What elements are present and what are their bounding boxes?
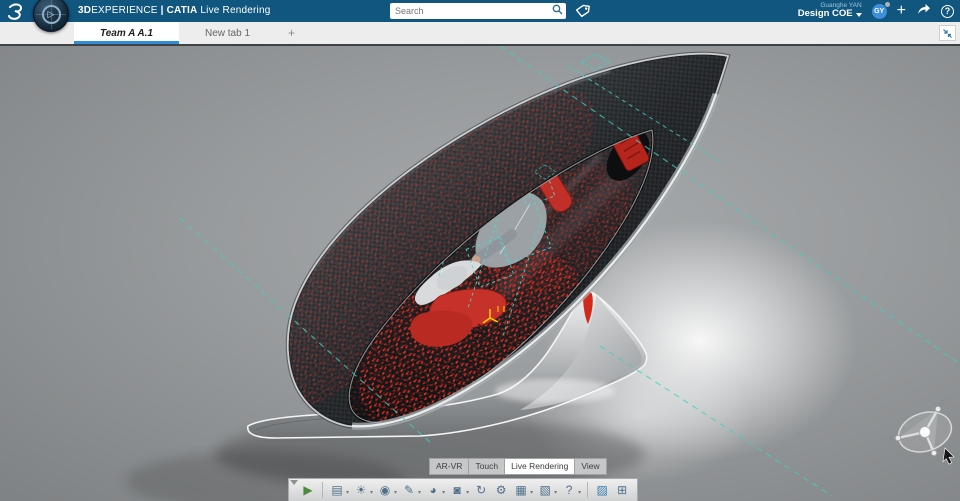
help-button[interactable]: ?	[941, 4, 954, 18]
toolbar-separator	[587, 482, 589, 498]
render-output-icon[interactable]: ▦	[512, 481, 530, 499]
add-content-button[interactable]: +	[897, 3, 906, 19]
app-title: 3DEXPERIENCE | CATIA Live Rendering	[78, 5, 271, 16]
render-options-icon[interactable]: ▧	[536, 481, 554, 499]
toolbar-separator	[322, 482, 323, 498]
mode-tab-touch[interactable]: Touch	[468, 458, 505, 475]
dropdown-caret-icon[interactable]: ▾	[370, 489, 373, 496]
new-tab-button[interactable]: +	[276, 22, 307, 44]
toolbar-help-icon[interactable]: ?	[560, 481, 578, 499]
dropdown-caret-icon[interactable]: ▾	[578, 489, 581, 496]
camera-icon[interactable]: ◙	[448, 481, 466, 499]
platter-highlight	[495, 379, 615, 403]
brand-experience: EXPERIENCE	[91, 5, 158, 16]
3d-viewport[interactable]: X Z Y AR-VR Touch Live Rendering View ▶ …	[0, 46, 960, 501]
search-icon[interactable]	[552, 2, 563, 20]
render-animation-icon[interactable]: ▶	[299, 481, 317, 499]
3ds-logo-icon	[5, 2, 29, 25]
user-role: Design COE	[797, 8, 853, 20]
materials-icon[interactable]: ◉	[376, 481, 394, 499]
viewport-mode-tabs: AR-VR Touch Live Rendering View	[429, 458, 607, 475]
chevron-down-icon	[855, 12, 862, 17]
tab-bar: Team A A.1 New tab 1 +	[0, 22, 960, 46]
brand-3d: 3D	[78, 5, 92, 16]
title-separator: |	[160, 5, 164, 16]
dropdown-caret-icon[interactable]: ▾	[346, 489, 349, 496]
status-badge	[883, 0, 891, 8]
render-scene[interactable]: X Z Y	[0, 46, 960, 501]
settings-gear-icon[interactable]: ⚙	[492, 481, 510, 499]
dropdown-caret-icon[interactable]: ▾	[554, 489, 557, 496]
topbar-right-cluster: Guanghe YAN Design COE GY + ?	[798, 0, 954, 22]
avatar-initials: GY	[874, 7, 885, 15]
app-mode: Live Rendering	[200, 5, 271, 16]
share-icon[interactable]	[916, 2, 931, 21]
mode-tab-ar-vr[interactable]: AR-VR	[429, 458, 469, 475]
dropdown-caret-icon[interactable]: ▾	[530, 489, 533, 496]
restore-window-icon[interactable]	[939, 25, 956, 41]
tag-icon[interactable]	[573, 2, 593, 20]
turntable-icon[interactable]: ↻	[472, 481, 490, 499]
compass-z-label: Z	[940, 400, 945, 407]
compass-quadrant-line	[51, 0, 52, 29]
toolbar-collapse-handle[interactable]	[290, 480, 298, 485]
lighting-icon[interactable]: ☀	[352, 481, 370, 499]
compass-x-label: X	[889, 436, 894, 443]
mode-tab-view[interactable]: View	[574, 458, 607, 475]
mode-tab-live-rendering[interactable]: Live Rendering	[504, 458, 575, 475]
manikin-icon[interactable]: ◕	[424, 481, 442, 499]
dropdown-caret-icon[interactable]: ▾	[466, 489, 469, 496]
structure-icon[interactable]: ⊞	[613, 481, 631, 499]
search-box[interactable]	[390, 3, 566, 19]
texture-icon[interactable]: ▨	[593, 481, 611, 499]
tab-team-a[interactable]: Team A A.1	[74, 22, 179, 44]
dropdown-caret-icon[interactable]: ▾	[418, 489, 421, 496]
user-menu[interactable]: Guanghe YAN Design COE	[798, 2, 862, 20]
dropdown-caret-icon[interactable]: ▾	[394, 489, 397, 496]
material-picker-icon[interactable]: ✎	[400, 481, 418, 499]
environment-icon[interactable]: ▤	[328, 481, 346, 499]
action-bar: ▶ ▤ ▾ ☀ ▾ ◉ ▾ ✎ ▾ ◕ ▾ ◙ ▾ ↻ ⚙ ▦ ▾ ▧ ▾ ? …	[288, 478, 639, 501]
search-input[interactable]	[390, 6, 552, 16]
avatar[interactable]: GY	[871, 0, 891, 19]
dropdown-caret-icon[interactable]: ▾	[442, 489, 445, 496]
compass-y-label: Y	[936, 457, 941, 464]
tab-new-tab-1[interactable]: New tab 1	[179, 22, 276, 44]
top-bar: 3DEXPERIENCE | CATIA Live Rendering Guan…	[0, 0, 960, 22]
product-name: CATIA	[166, 5, 198, 16]
